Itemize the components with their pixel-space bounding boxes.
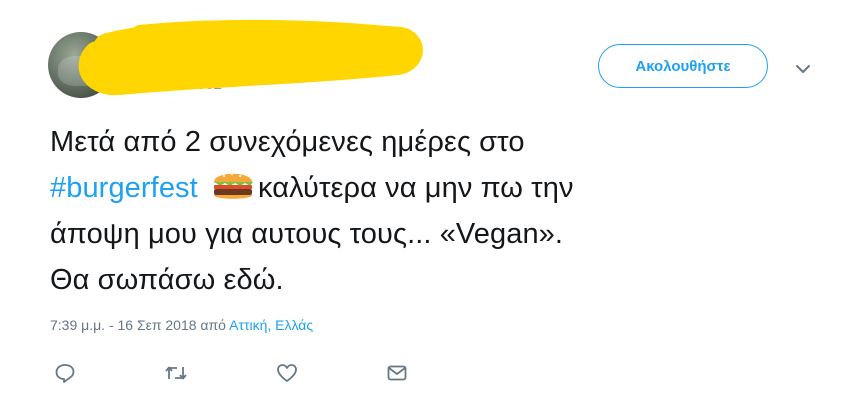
tweet-line: Μετά από 2 συνεχόμενες ημέρες στο xyxy=(50,126,525,158)
reply-button[interactable] xyxy=(52,360,78,386)
tweet-line: Θα σωπάσω εδώ. xyxy=(50,264,284,296)
avatar[interactable] xyxy=(48,32,114,98)
chevron-down-icon[interactable] xyxy=(792,58,814,80)
timestamp[interactable]: 7:39 μ.μ. - 16 Σεπ 2018 από xyxy=(50,317,226,333)
tweet-text: Μετά από 2 συνεχόμενες ημέρες στο #burge… xyxy=(50,119,770,303)
like-button[interactable] xyxy=(274,360,300,386)
hashtag-link[interactable]: #burgerfest xyxy=(50,172,198,204)
tweet-meta: 7:39 μ.μ. - 16 Σεπ 2018 από Αττική, Ελλά… xyxy=(50,317,313,333)
author-handle[interactable]: ...Uvnv332 xyxy=(150,76,222,93)
retweet-button[interactable] xyxy=(163,360,189,386)
message-button[interactable] xyxy=(384,360,410,386)
hamburger-icon xyxy=(212,172,253,199)
tweet-line: #burgerfest καλύτερα να μην πω την xyxy=(50,165,770,211)
location-link[interactable]: Αττική, Ελλάς xyxy=(229,317,313,333)
message-icon xyxy=(387,365,407,381)
tweet-line: άποψη μου για αυτους τους... «Vegan». xyxy=(50,218,564,250)
tweet-line-rest: καλύτερα να μην πω την xyxy=(257,172,574,204)
action-bar xyxy=(50,360,410,386)
reply-icon xyxy=(55,364,75,383)
retweet-icon xyxy=(165,366,187,380)
follow-button[interactable]: Ακολουθήστε xyxy=(598,44,768,88)
like-icon xyxy=(277,364,297,382)
